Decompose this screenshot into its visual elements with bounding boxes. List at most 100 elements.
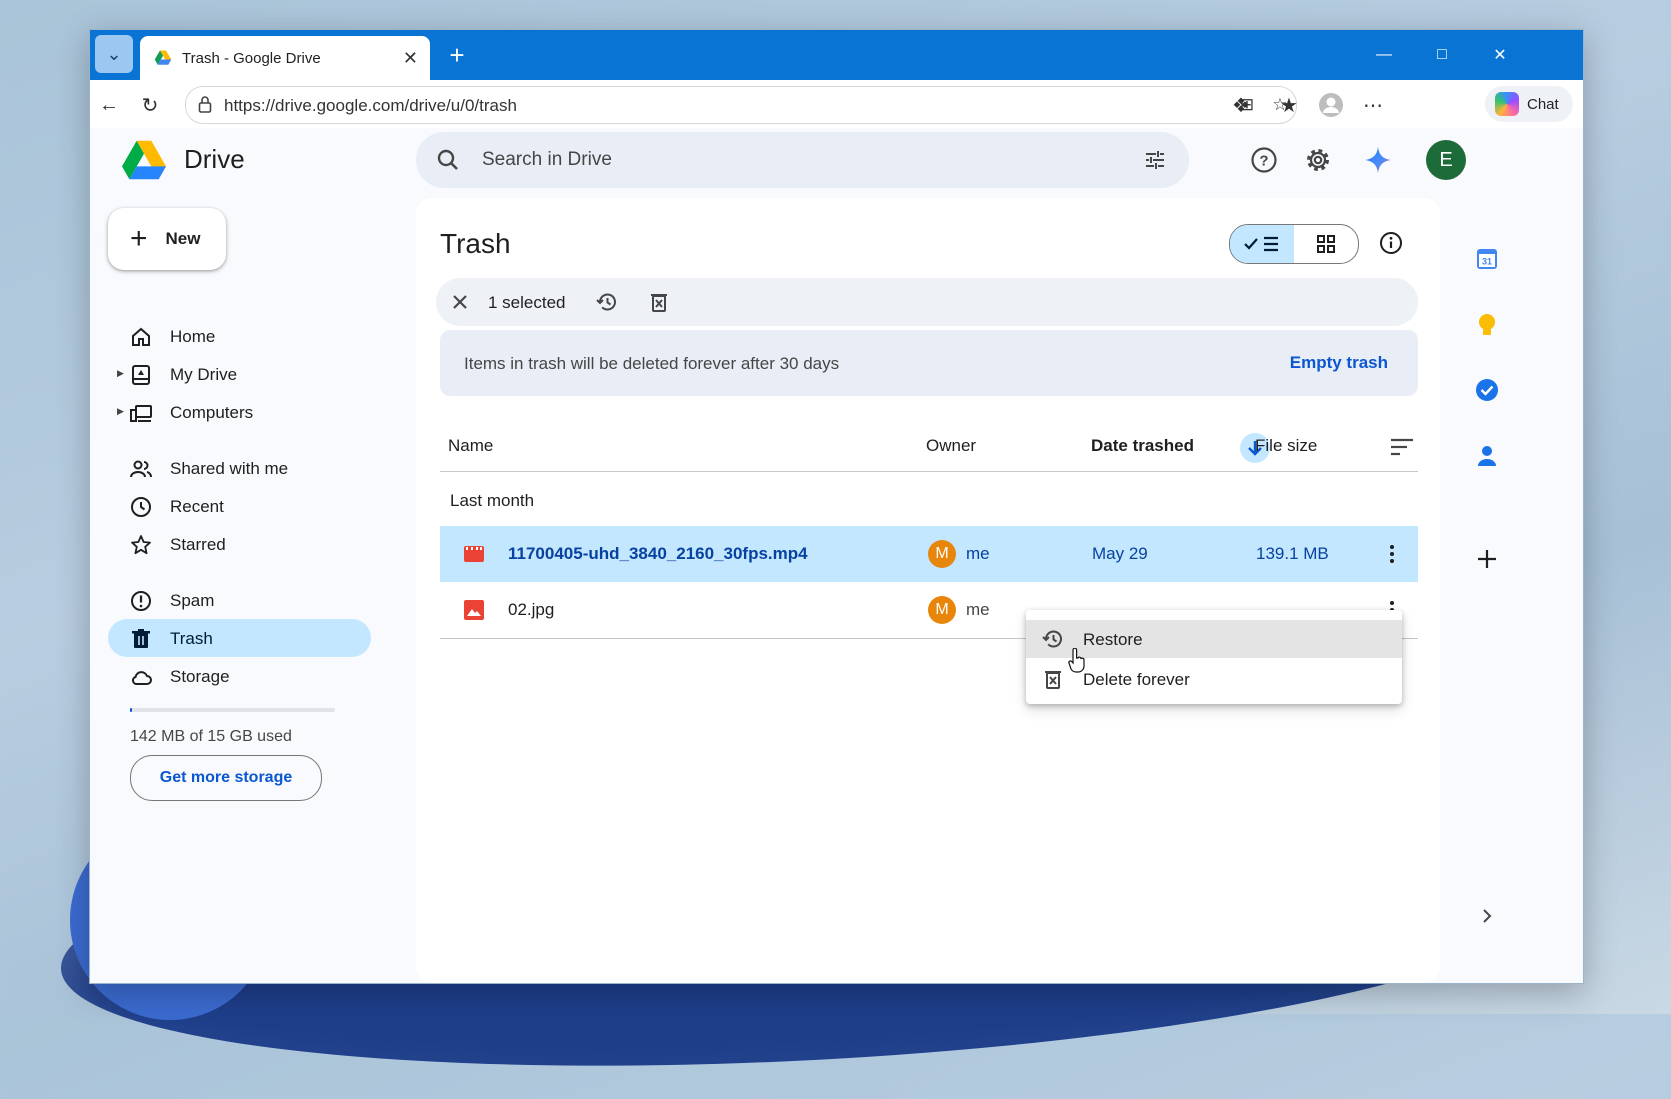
owner-avatar: M — [928, 596, 956, 624]
sidebar-item-recent[interactable]: Recent — [108, 487, 371, 525]
list-view-button[interactable] — [1230, 225, 1294, 263]
chevron-right-icon[interactable] — [1475, 904, 1499, 928]
sidebar-item-label: Trash — [170, 629, 213, 648]
computer-icon — [130, 405, 152, 422]
date-trashed: May 29 — [1092, 544, 1148, 563]
selection-toolbar: 1 selected — [436, 278, 1418, 326]
sidebar-item-label: Home — [170, 327, 216, 346]
storage-usage-fill — [130, 708, 133, 712]
expand-caret-icon[interactable]: ▶ — [117, 368, 124, 379]
delete-forever-icon[interactable] — [648, 291, 670, 313]
clear-selection-icon[interactable] — [450, 292, 470, 312]
sidebar-item-trash[interactable]: Trash — [108, 619, 371, 657]
svg-text:31: 31 — [1482, 257, 1492, 267]
home-icon — [132, 327, 150, 346]
restore-icon[interactable] — [596, 291, 618, 313]
list-view-icon — [1244, 236, 1278, 252]
chevron-down-icon: ⌄ — [106, 43, 122, 64]
app-name: Drive — [184, 144, 245, 174]
address-bar[interactable]: https://drive.google.com/drive/u/0/trash… — [185, 86, 1297, 124]
sidebar-item-label: Computers — [170, 403, 254, 422]
empty-trash-button[interactable]: Empty trash — [1290, 353, 1388, 373]
keep-icon[interactable] — [1475, 313, 1499, 337]
owner-avatar: M — [928, 540, 956, 568]
minimize-button[interactable]: — — [1355, 30, 1413, 80]
extensions-icon[interactable]: ❖ — [1226, 90, 1256, 120]
star-icon — [131, 535, 151, 555]
settings-gear-icon[interactable] — [1300, 142, 1336, 178]
grid-view-icon — [1317, 235, 1335, 253]
context-menu-label: Restore — [1083, 630, 1143, 649]
calendar-icon[interactable]: 31 — [1475, 247, 1499, 271]
group-label: Last month — [450, 491, 535, 510]
sidebar-item-starred[interactable]: Starred — [108, 525, 371, 563]
sidebar-item-label: Storage — [170, 667, 230, 686]
contacts-icon[interactable] — [1475, 444, 1499, 468]
more-menu-icon[interactable]: ⋯ — [1358, 90, 1388, 120]
trash-icon — [132, 629, 150, 648]
more-actions-icon[interactable] — [1380, 542, 1404, 566]
storage-usage-text: 142 MB of 15 GB used — [130, 728, 292, 745]
close-tab-icon[interactable]: ✕ — [403, 48, 418, 69]
sidebar-item-label: My Drive — [170, 365, 238, 384]
search-icon — [437, 149, 458, 170]
grid-view-button[interactable] — [1294, 225, 1358, 263]
owner-name: me — [966, 600, 990, 619]
restore-icon — [1042, 630, 1062, 648]
spam-icon — [131, 591, 151, 611]
expand-caret-icon[interactable]: ▶ — [117, 406, 124, 417]
refresh-button[interactable]: ↻ — [135, 90, 165, 120]
delete-forever-icon — [1045, 671, 1061, 689]
new-button[interactable]: + New — [108, 208, 226, 270]
view-toggle — [1229, 224, 1359, 264]
new-button-label: New — [165, 229, 201, 248]
sidebar-item-label: Recent — [170, 497, 224, 516]
account-avatar[interactable]: E — [1426, 140, 1466, 180]
drive-app: Drive Search in Drive ? E + New Home ▶ M… — [90, 128, 1583, 983]
get-more-storage-button[interactable]: Get more storage — [130, 755, 322, 801]
url-text: https://drive.google.com/drive/u/0/trash — [224, 96, 517, 115]
sidebar-item-home[interactable]: Home — [108, 317, 371, 355]
copilot-chat-button[interactable]: Chat — [1485, 86, 1573, 122]
storage-usage-bar — [130, 708, 335, 712]
sidebar-item-computers[interactable]: ▶ Computers — [108, 393, 371, 431]
favorites-icon[interactable]: ★ — [1274, 90, 1304, 120]
details-info-icon[interactable] — [1374, 226, 1408, 260]
browser-tab[interactable]: Trash - Google Drive ✕ — [140, 36, 430, 80]
column-name[interactable]: Name — [448, 436, 493, 456]
profile-icon[interactable] — [1316, 90, 1346, 120]
close-window-button[interactable]: ✕ — [1471, 30, 1529, 80]
cloud-icon — [131, 671, 152, 685]
svg-text:?: ? — [1259, 153, 1268, 170]
add-addon-icon[interactable] — [1475, 547, 1499, 571]
table-header: Name Owner Date trashed File size — [440, 423, 1418, 472]
column-date-trashed[interactable]: Date trashed — [1091, 436, 1194, 456]
tasks-icon[interactable] — [1475, 378, 1499, 402]
copilot-label: Chat — [1527, 95, 1559, 113]
sidebar-item-my-drive[interactable]: ▶ My Drive — [108, 355, 371, 393]
sort-options-icon[interactable] — [1390, 437, 1414, 457]
sidebar-item-storage[interactable]: Storage — [108, 657, 371, 695]
search-box[interactable]: Search in Drive — [416, 132, 1189, 188]
column-owner[interactable]: Owner — [926, 436, 976, 456]
table-row[interactable]: 11700405-uhd_3840_2160_30fps.mp4 M me Ma… — [440, 526, 1418, 582]
tab-actions-button[interactable]: ⌄ — [95, 35, 133, 73]
back-button[interactable]: ← — [94, 90, 124, 120]
selection-count: 1 selected — [488, 293, 566, 312]
search-options-icon[interactable] — [1143, 148, 1167, 172]
file-name: 11700405-uhd_3840_2160_30fps.mp4 — [508, 544, 808, 563]
browser-toolbar: ← ↻ https://drive.google.com/drive/u/0/t… — [90, 80, 1583, 129]
column-file-size[interactable]: File size — [1255, 436, 1317, 456]
search-input[interactable]: Search in Drive — [482, 149, 612, 171]
new-tab-button[interactable]: + — [442, 40, 472, 70]
apps-grid-icon[interactable] — [1374, 142, 1410, 178]
drive-favicon-icon — [154, 50, 172, 65]
sidebar-item-shared[interactable]: Shared with me — [108, 449, 371, 487]
my-drive-icon — [132, 365, 150, 385]
sidebar-item-label: Spam — [170, 591, 215, 610]
sidebar-item-spam[interactable]: Spam — [108, 581, 371, 619]
drive-logo-icon — [122, 140, 166, 180]
file-name: 02.jpg — [508, 600, 555, 619]
help-icon[interactable]: ? — [1246, 142, 1282, 178]
maximize-button[interactable]: □ — [1413, 30, 1471, 80]
